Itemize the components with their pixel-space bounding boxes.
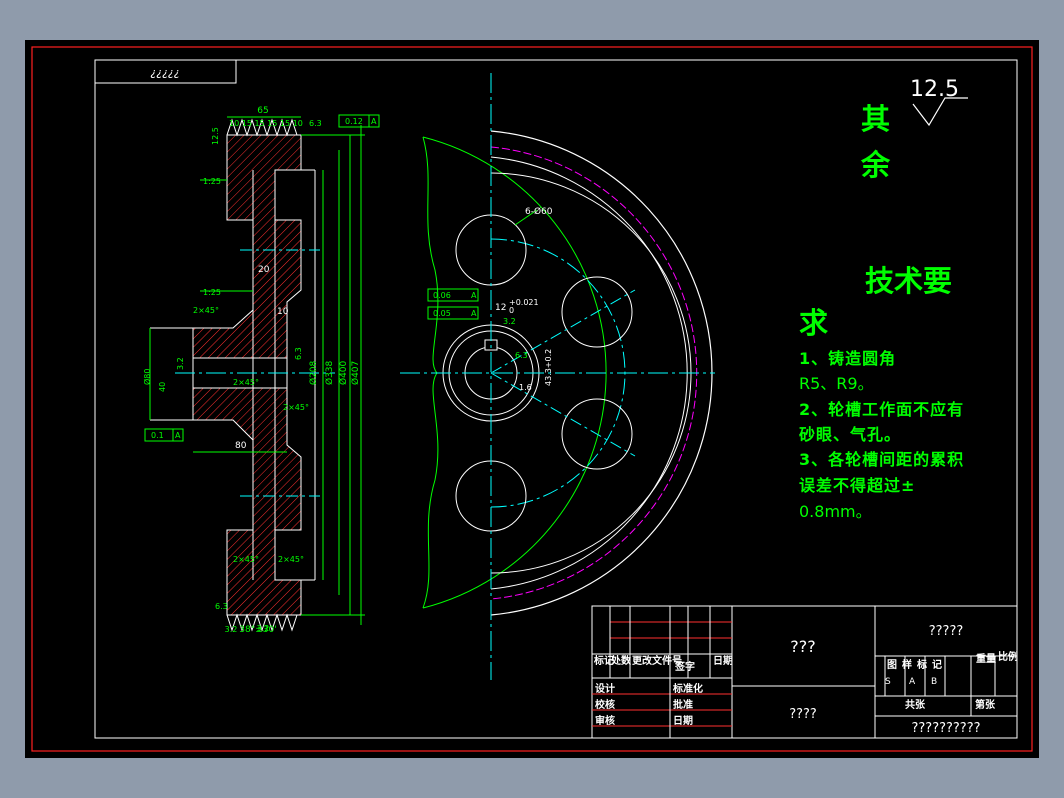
symmetry-ref: A — [471, 309, 477, 318]
dim-groove-pitch: 10 15 15 15 15 10 — [229, 119, 303, 128]
runout-top-value: 0.12 — [345, 117, 363, 126]
chamfer-5: 2×45° — [278, 555, 304, 564]
dim-bore: Ø80 — [142, 369, 152, 385]
tb-r-design: 设计 — [595, 682, 615, 695]
tb-scale: 比例 — [998, 650, 1018, 663]
key-tol-2: 0 — [509, 306, 514, 315]
tb-h-date: 日期 — [713, 654, 733, 667]
cad-viewport[interactable]: ¿¿¿¿¿ Ø208 Ø338 Ø400 Ø407 65 10 15 15 15… — [25, 40, 1039, 758]
chamfer-4: 2×45° — [233, 555, 259, 564]
part-name: ??? — [790, 637, 815, 656]
dim-407: Ø407 — [350, 361, 361, 385]
tb-h-count: 处数 — [610, 654, 632, 667]
tb-weight: 重量 — [976, 652, 996, 665]
key-r-2: 1.6 — [519, 383, 532, 392]
dim-10: 10 — [277, 307, 289, 317]
runout-side-ref: A — [175, 431, 181, 440]
tech-req-line-1: 1、铸造圆角 — [799, 349, 897, 368]
roughness-label-top: 其 — [861, 102, 891, 136]
tech-req-heading-b: 求 — [799, 306, 829, 340]
roughness-check — [912, 97, 968, 127]
dim-bore-fit: 40 — [158, 382, 167, 392]
dim-400: Ø400 — [338, 360, 349, 385]
roughness-label-bottom: 余 — [861, 148, 891, 182]
dim-338: Ø338 — [324, 360, 335, 385]
tech-req-line-4: 砂眼、气孔。 — [799, 425, 902, 444]
tb-sheet-no: 第张 — [975, 698, 996, 711]
dim-80: 80 — [235, 441, 247, 451]
section-hatch-lower — [192, 387, 302, 616]
company: ????? — [929, 624, 964, 639]
chamfer-1: 2×45° — [193, 306, 219, 315]
tech-req-heading-a: 技术要 — [865, 264, 953, 298]
front-view[interactable]: 6-Ø60 0.06 A 0.05 A 12 +0.021 0 3.2 6.3 … — [400, 73, 715, 680]
drawing-no: ?????????? — [912, 721, 981, 736]
key-depth: 43.3+0.2 — [544, 349, 553, 386]
symmetry-value: 0.05 — [433, 309, 451, 318]
parallel-ref: A — [471, 291, 477, 300]
tb-r-std: 标准化 — [672, 682, 703, 695]
title-tag: ¿¿¿¿¿ — [150, 66, 179, 79]
dim-12-5: 12.5 — [211, 127, 220, 145]
chamfer-3: 2×45° — [283, 403, 309, 412]
tb-b: B — [931, 677, 937, 687]
roughness-symbol: 12.5 — [910, 77, 968, 127]
rough-face: 6.3 — [294, 347, 303, 360]
runout-top-ref: A — [371, 117, 377, 126]
tb-stage: 图样标记 — [887, 658, 947, 671]
key-width: 12 — [495, 303, 506, 313]
parallel-value: 0.06 — [433, 291, 451, 300]
holes-note: 6-Ø60 — [525, 206, 553, 217]
rim-rough-left: 6.3 — [215, 602, 228, 611]
title-block[interactable]: 标记 处数 更改文件号 签字 日期 设计 校核 审核 标准化 批准 日期 ???… — [591, 605, 1018, 739]
groove-rough-2: 3.2 — [225, 625, 238, 634]
tb-sheets-total: 共张 — [905, 698, 926, 711]
section-view[interactable]: Ø208 Ø338 Ø400 Ø407 65 10 15 15 15 15 10… — [142, 106, 380, 635]
runout-side-value: 0.1 — [151, 431, 164, 440]
tech-req-line-2: R5、R9。 — [799, 374, 874, 393]
dim-6-3-top: 6.3 — [309, 119, 322, 128]
tb-s: S — [885, 677, 891, 687]
section-hatch-upper — [192, 134, 302, 359]
material: ???? — [789, 707, 817, 722]
taper-2: 1:25 — [203, 288, 221, 297]
dim-208: Ø208 — [308, 360, 319, 385]
tb-h-sign: 签字 — [674, 660, 695, 673]
chamfer-2: 2×45° — [233, 378, 259, 387]
tech-req-line-7: 0.8mm。 — [799, 502, 872, 521]
groove-angle: 38°±30' — [239, 625, 276, 635]
rough-bore: 3.2 — [176, 357, 185, 370]
tb-r-date: 日期 — [673, 714, 693, 727]
taper-1: 1:25 — [203, 177, 221, 186]
tech-req-line-3: 2、轮槽工作面不应有 — [799, 400, 965, 419]
dim-20: 20 — [258, 265, 270, 275]
tb-r-approve: 批准 — [673, 698, 693, 711]
key-rough: 3.2 — [503, 317, 516, 326]
tech-req-line-6: 误差不得超过± — [799, 476, 916, 495]
tech-req-line-5: 3、各轮槽间距的累积 — [799, 450, 965, 469]
dim-65: 65 — [257, 106, 268, 116]
tb-r-check: 校核 — [595, 698, 615, 711]
tb-r-audit: 审核 — [595, 714, 615, 727]
key-r: 6.3 — [515, 351, 528, 360]
tb-a: A — [909, 677, 916, 687]
